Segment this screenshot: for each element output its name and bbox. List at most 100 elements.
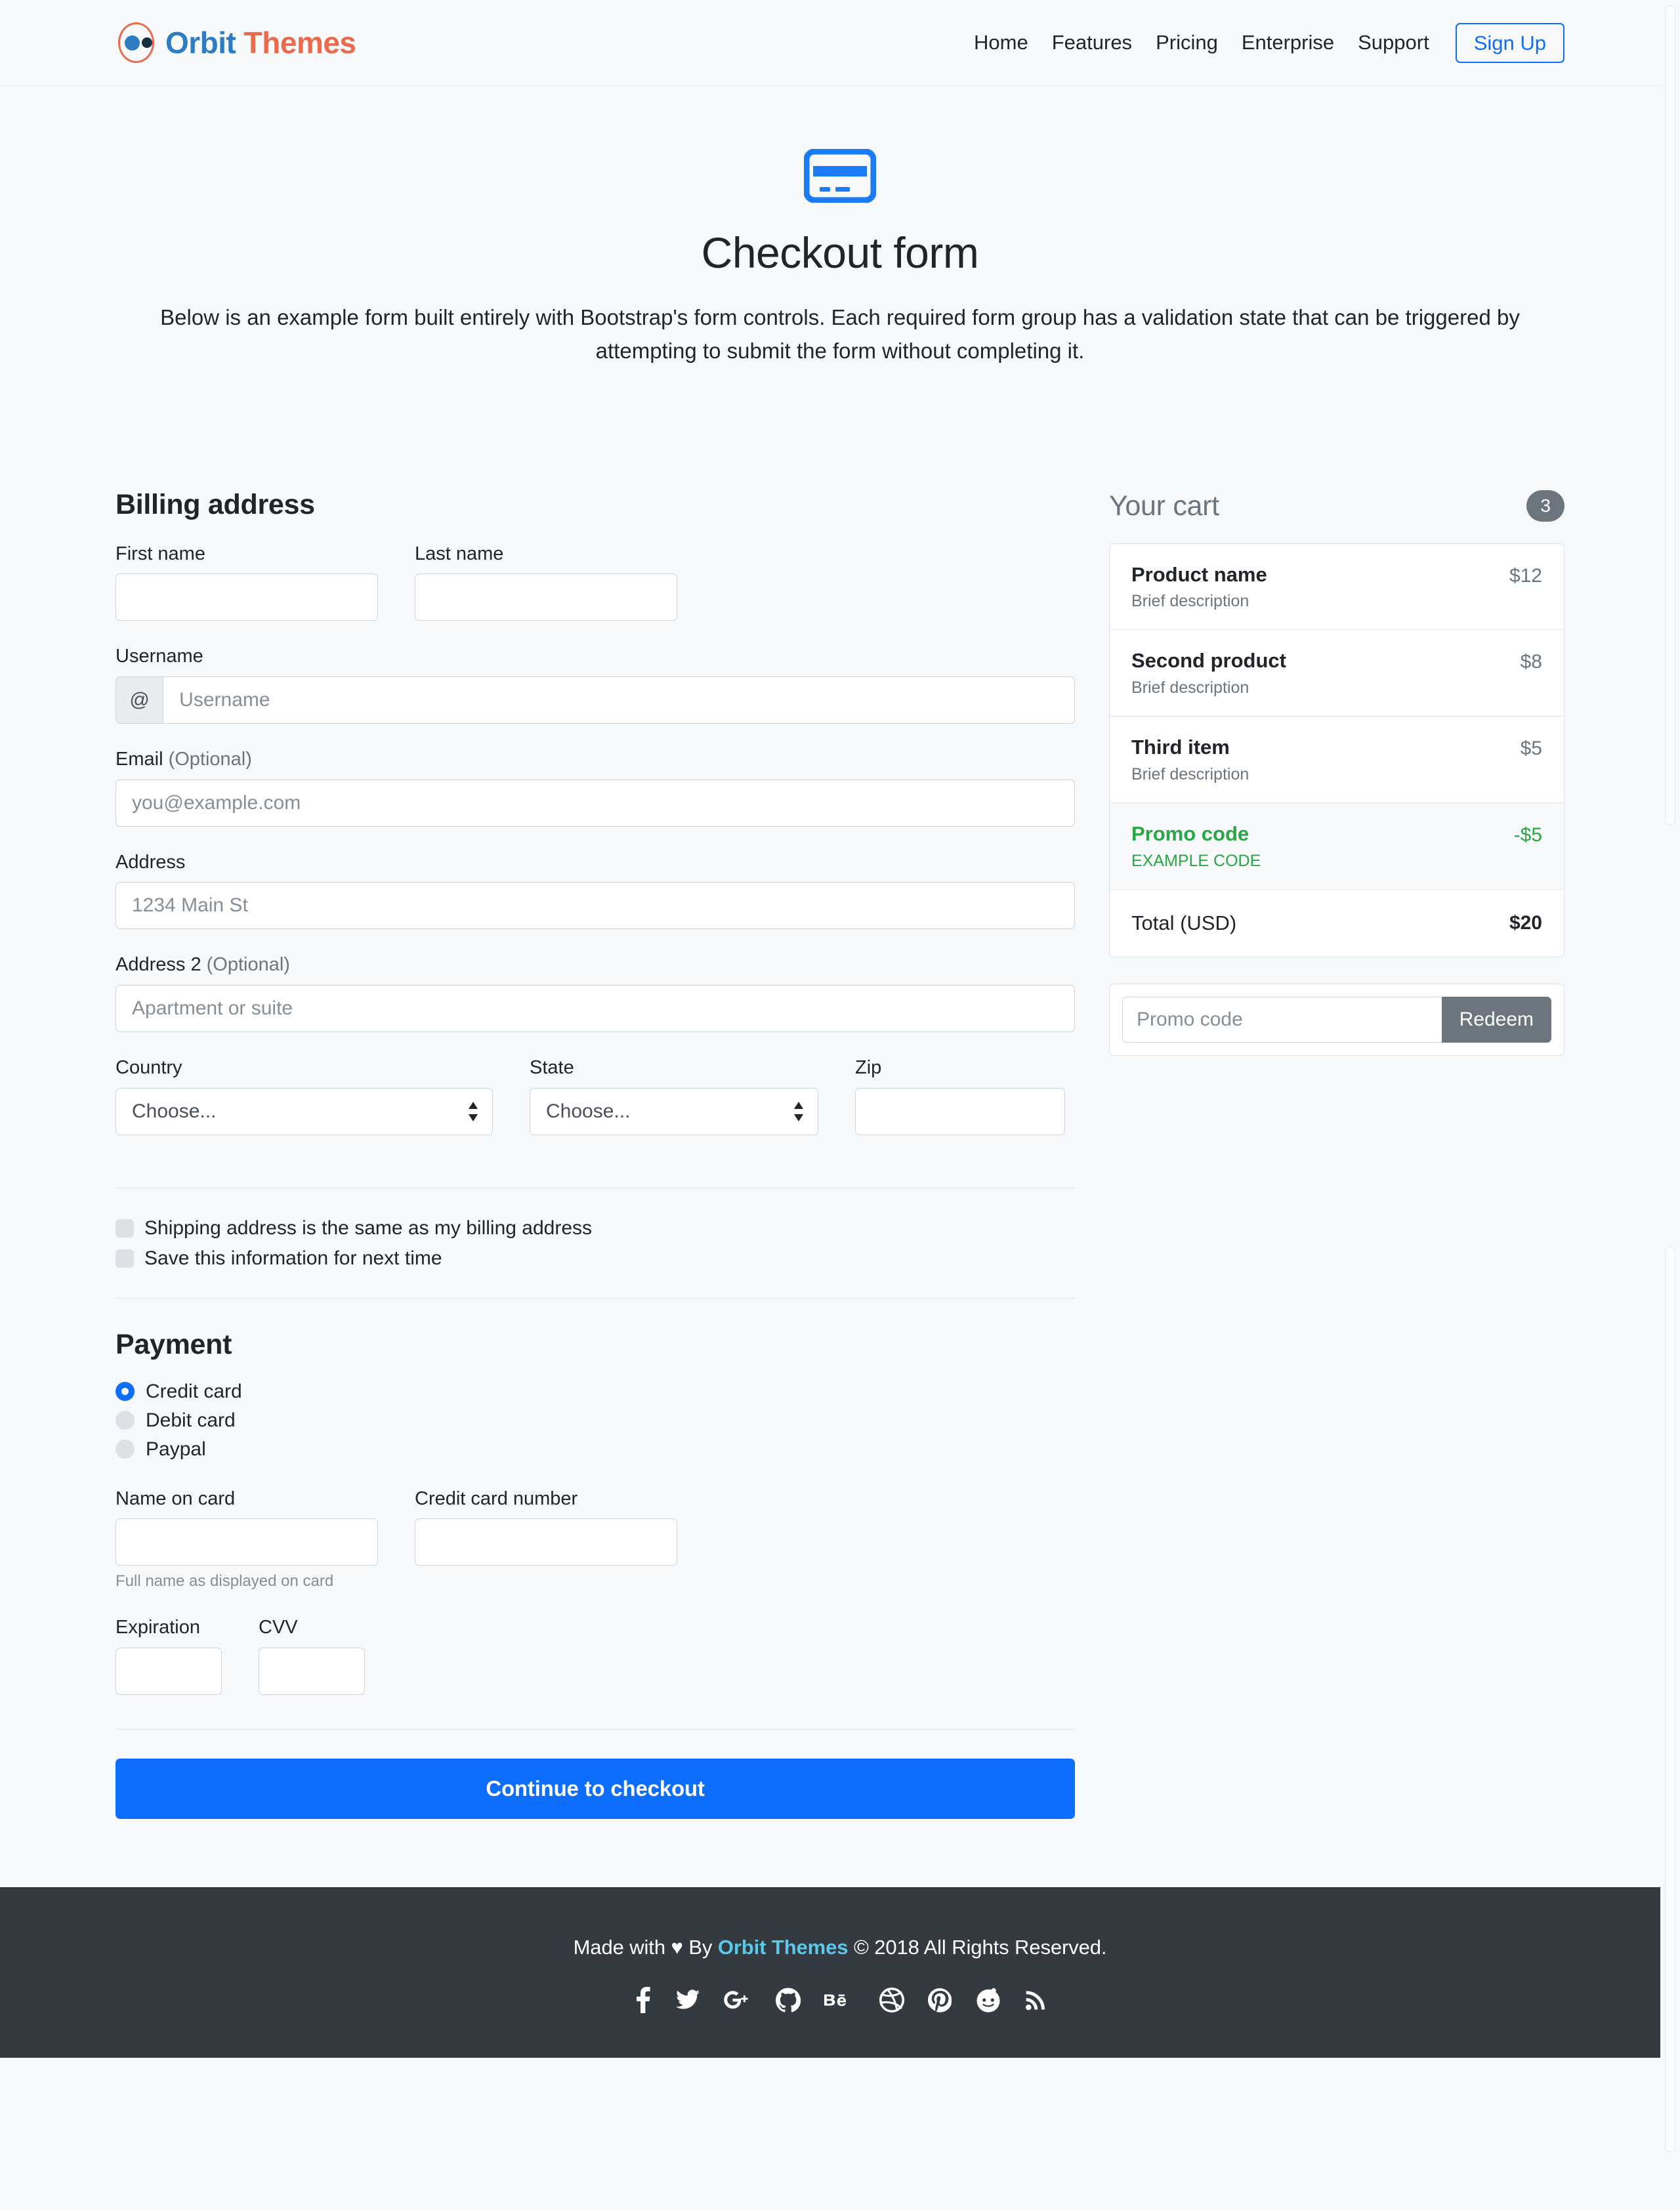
save-info-checkbox[interactable]	[116, 1249, 134, 1268]
dribbble-icon[interactable]	[879, 1987, 904, 2013]
username-input-group: @	[116, 677, 1075, 724]
name-on-card-label: Name on card	[116, 1488, 236, 1509]
footer-brand-link[interactable]: Orbit Themes	[718, 1936, 849, 1959]
cart-count-badge: 3	[1526, 490, 1564, 522]
hero-section: Checkout form Below is an example form b…	[0, 86, 1680, 407]
email-input[interactable]	[116, 779, 1075, 827]
email-label-text: Email	[116, 749, 163, 770]
expiration-group: Expiration	[116, 1616, 222, 1696]
debit-card-radio-label[interactable]: Debit card	[146, 1409, 236, 1432]
social-links	[0, 1987, 1680, 2014]
footer-copyright: © 2018 All Rights Reserved.	[853, 1936, 1107, 1959]
paypal-radio[interactable]	[116, 1440, 135, 1459]
payment-method-debit-card[interactable]: Debit card	[116, 1409, 1075, 1432]
pinterest-icon[interactable]	[928, 1987, 952, 2013]
save-info-checkbox-row[interactable]: Save this information for next time	[116, 1247, 1075, 1270]
last-name-input[interactable]	[415, 573, 677, 621]
first-name-group: First name	[116, 542, 378, 621]
cart-title: Your cart	[1109, 490, 1219, 522]
address2-label-text: Address 2	[116, 954, 201, 976]
credit-card-radio[interactable]	[116, 1382, 135, 1402]
country-select[interactable]: Choose...	[116, 1087, 493, 1135]
sign-up-button[interactable]: Sign Up	[1455, 22, 1564, 63]
footer-credit: Made with ♥ By Orbit Themes © 2018 All R…	[0, 1936, 1680, 1959]
heart-icon: ♥	[671, 1936, 683, 1959]
state-select[interactable]: Choose...	[530, 1087, 818, 1135]
nav-item-home[interactable]: Home	[962, 31, 1040, 54]
address2-optional-text: (Optional)	[206, 954, 290, 976]
orbit-logo-icon	[116, 22, 156, 63]
github-icon[interactable]	[776, 1987, 801, 2013]
cart-item-desc: Brief description	[1131, 678, 1250, 698]
shipping-same-label[interactable]: Shipping address is the same as my billi…	[144, 1217, 592, 1240]
cart-promo-name: Promo code	[1131, 822, 1250, 845]
cart-promo-info: Promo code EXAMPLE CODE	[1131, 822, 1261, 871]
cvv-group: CVV	[259, 1616, 365, 1696]
address-label: Address	[116, 851, 186, 873]
card-details-row: Name on card Full name as displayed on c…	[116, 1487, 1075, 1591]
scrollbar-thumb[interactable]	[1665, 5, 1675, 825]
address-group: Address	[116, 850, 1075, 930]
shipping-same-checkbox-row[interactable]: Shipping address is the same as my billi…	[116, 1217, 1075, 1240]
nav-item-support[interactable]: Support	[1346, 31, 1441, 54]
cart-promo-row: Promo code EXAMPLE CODE -$5	[1110, 803, 1564, 890]
rss-icon[interactable]	[1025, 1987, 1047, 2013]
cart-total-label: Total (USD)	[1131, 911, 1237, 934]
payment-method-paypal[interactable]: Paypal	[116, 1438, 1075, 1461]
cart-item-info: Second product Brief description	[1131, 648, 1286, 698]
zip-input[interactable]	[855, 1087, 1065, 1135]
paypal-radio-label[interactable]: Paypal	[146, 1438, 206, 1461]
cart-item-price: $12	[1509, 564, 1542, 587]
name-row: First name Last name	[116, 542, 1075, 645]
save-info-label[interactable]: Save this information for next time	[144, 1247, 442, 1270]
cart-item-name: Second product	[1131, 649, 1286, 673]
promo-code-input[interactable]	[1122, 997, 1442, 1043]
page-scrollbar[interactable]	[1660, 0, 1680, 2210]
reddit-icon[interactable]	[975, 1987, 1001, 2013]
first-name-input[interactable]	[116, 573, 378, 621]
nav-item-pricing[interactable]: Pricing	[1144, 31, 1230, 54]
behance-icon[interactable]	[824, 1987, 856, 2013]
cart-item-price: $8	[1520, 651, 1542, 673]
footer-by: By	[688, 1936, 713, 1959]
email-label: Email (Optional)	[116, 747, 1075, 772]
expiration-input[interactable]	[116, 1648, 222, 1696]
cvv-label: CVV	[259, 1617, 298, 1638]
debit-card-radio[interactable]	[116, 1411, 135, 1430]
nav-item-features[interactable]: Features	[1040, 31, 1144, 54]
expiration-label: Expiration	[116, 1617, 200, 1638]
address-input[interactable]	[116, 882, 1075, 930]
cart-item-info: Third item Brief description	[1131, 735, 1249, 784]
cvv-input[interactable]	[259, 1648, 365, 1696]
card-number-input[interactable]	[415, 1518, 677, 1566]
username-input[interactable]	[163, 677, 1075, 724]
state-label: State	[530, 1057, 574, 1079]
google-plus-icon[interactable]	[723, 1987, 752, 2013]
cart-item: Third item Brief description $5	[1110, 717, 1564, 803]
email-optional-text: (Optional)	[168, 749, 252, 770]
chevron-updown-icon	[467, 1100, 479, 1123]
address2-input[interactable]	[116, 985, 1075, 1033]
cart-item: Second product Brief description $8	[1110, 630, 1564, 717]
cart-item: Product name Brief description $12	[1110, 543, 1564, 631]
cart-item-name: Third item	[1131, 736, 1230, 759]
facebook-icon[interactable]	[633, 1987, 652, 2014]
last-name-group: Last name	[415, 542, 677, 621]
twitter-icon[interactable]	[676, 1987, 700, 2013]
scrollbar-thumb-secondary[interactable]	[1665, 1247, 1675, 2152]
cart-column: Your cart 3 Product name Brief descripti…	[1075, 489, 1564, 1056]
payment-method-credit-card[interactable]: Credit card	[116, 1381, 1075, 1403]
zip-group: Zip	[855, 1056, 1065, 1135]
brand-name: Orbit Themes	[165, 28, 356, 58]
checkout-form-column: Billing address First name Last name Use…	[116, 489, 1075, 1820]
credit-card-radio-label[interactable]: Credit card	[146, 1381, 242, 1403]
shipping-same-checkbox[interactable]	[116, 1219, 134, 1238]
zip-label: Zip	[855, 1057, 882, 1079]
nav-item-enterprise[interactable]: Enterprise	[1230, 31, 1346, 54]
name-on-card-input[interactable]	[116, 1518, 378, 1566]
address2-label: Address 2 (Optional)	[116, 953, 1075, 978]
redeem-button[interactable]: Redeem	[1441, 997, 1551, 1043]
brand-logo-link[interactable]: Orbit Themes	[116, 22, 356, 63]
continue-to-checkout-button[interactable]: Continue to checkout	[116, 1759, 1075, 1820]
footer-made-with: Made with	[573, 1936, 665, 1959]
